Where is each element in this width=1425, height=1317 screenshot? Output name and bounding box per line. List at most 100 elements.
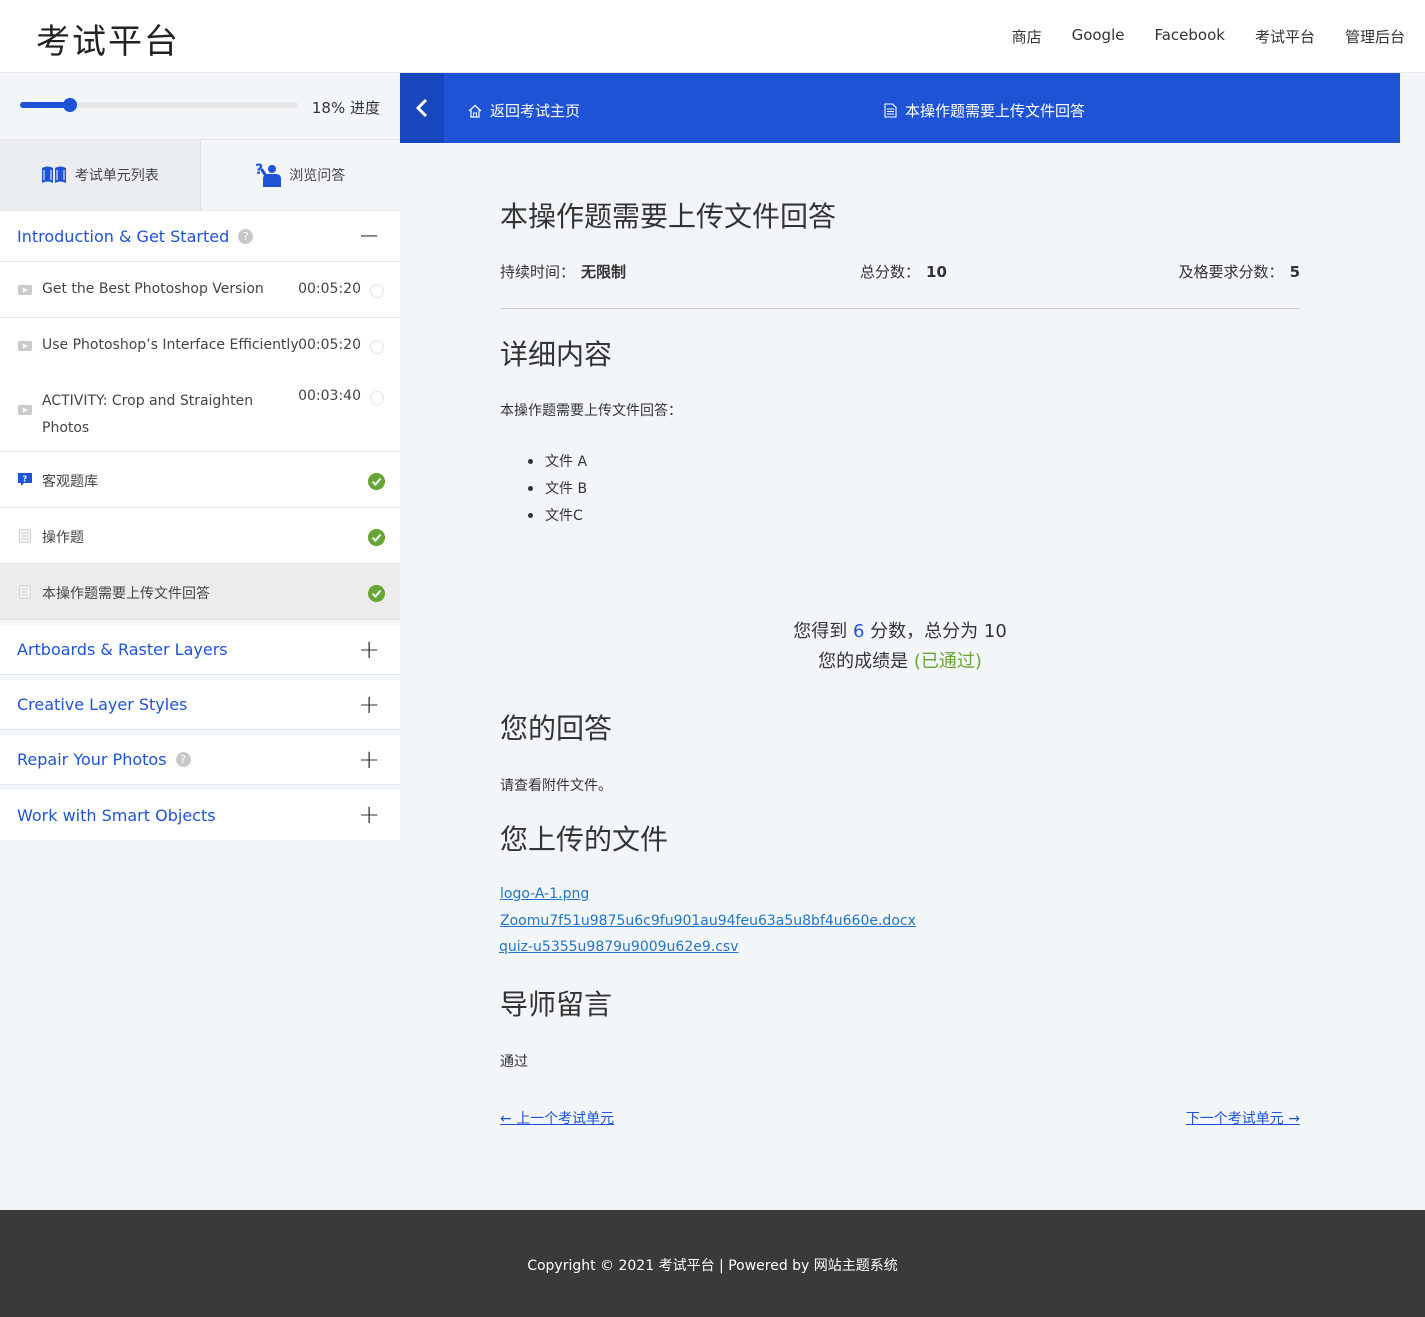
section-header-repair[interactable]: Repair Your Photos ? + <box>0 735 400 785</box>
help-icon[interactable]: ? <box>238 228 254 244</box>
chevron-left-icon <box>415 98 428 118</box>
current-lesson-label: 本操作题需要上传文件回答 <box>905 102 1086 120</box>
divider <box>500 308 1300 309</box>
nav-link-shop[interactable]: 商店 <box>1012 26 1042 47</box>
grade-status: (已通过) <box>913 651 982 672</box>
score-total: 10 <box>983 621 1007 642</box>
expand-icon[interactable]: + <box>358 637 380 663</box>
total-score-label: 总分数： <box>860 263 921 281</box>
document-icon <box>19 529 31 543</box>
collapse-icon[interactable]: − <box>358 223 380 249</box>
previous-lesson-label: 上一个考试单元 <box>516 1111 615 1127</box>
help-icon[interactable]: ? <box>175 752 191 767</box>
total-score-meta: 总分数： 10 <box>860 261 947 282</box>
nav-link-exam-platform[interactable]: 考试平台 <box>1255 26 1315 47</box>
back-to-course-link[interactable]: 返回考试主页 <box>468 100 580 121</box>
sidebar: 18% 进度 考试单元列表 ? 浏览问答 Introduction & Get … <box>0 73 400 840</box>
duration-label: 持续时间： <box>500 263 576 281</box>
svg-text:?: ? <box>23 475 28 484</box>
document-icon <box>19 585 31 599</box>
lesson-item-active[interactable]: 本操作题需要上传文件回答 <box>0 564 400 620</box>
video-icon <box>18 341 32 351</box>
progress-knob <box>63 98 78 112</box>
section-header-artboards[interactable]: Artboards & Raster Layers + <box>0 625 400 675</box>
back-to-course-label: 返回考试主页 <box>490 102 581 120</box>
assignment-meta: 持续时间： 无限制 总分数： 10 及格要求分数： 5 <box>500 261 1300 281</box>
lesson-item[interactable]: ? 客观题库 <box>0 452 400 508</box>
mentor-heading: 导师留言 <box>500 988 613 1021</box>
nav-link-admin[interactable]: 管理后台 <box>1345 26 1405 47</box>
arrow-left-icon: ← <box>500 1111 517 1127</box>
section-header-introduction[interactable]: Introduction & Get Started ? − <box>0 211 400 262</box>
sidebar-tabs: 考试单元列表 ? 浏览问答 <box>0 140 400 211</box>
incomplete-circle-icon <box>370 340 384 354</box>
document-icon <box>884 103 897 118</box>
score-line: 您得到 6 分数，总分为 10 <box>500 617 1300 647</box>
footer-copyright: Copyright © 2021 考试平台 | Powered by 网站主题系… <box>527 1258 898 1274</box>
previous-lesson-link[interactable]: ← 上一个考试单元 <box>500 1108 614 1128</box>
checkmark-icon <box>368 585 385 602</box>
score-middle: 分数，总分为 <box>870 621 979 642</box>
video-icon <box>18 405 32 415</box>
lesson-duration: 00:03:40 <box>298 388 361 404</box>
grade-line: 您的成绩是 (已通过) <box>500 647 1300 677</box>
lesson-heading: 本操作题需要上传文件回答 <box>500 200 837 233</box>
expand-icon[interactable]: + <box>358 692 380 718</box>
site-footer: Copyright © 2021 考试平台 | Powered by 网站主题系… <box>0 1210 1425 1317</box>
section-header-smart-objects[interactable]: Work with Smart Objects + <box>0 790 400 840</box>
checkmark-icon <box>368 473 385 490</box>
pass-score-meta: 及格要求分数： 5 <box>1179 261 1300 282</box>
lesson-item[interactable]: ACTIVITY: Crop and Straighten Photos 00:… <box>0 369 400 452</box>
checkmark-icon <box>368 529 385 546</box>
section-title: Artboards & Raster Layers <box>17 640 228 659</box>
expand-icon[interactable]: + <box>358 747 380 773</box>
lesson-item[interactable]: Use Photoshop’s Interface Efficiently 00… <box>0 318 400 374</box>
grade-prefix: 您的成绩是 <box>818 651 909 672</box>
lesson-topbar: 返回考试主页 本操作题需要上传文件回答 <box>400 73 1400 143</box>
uploaded-file-link[interactable]: Zoomu7f51u9875u6c9fu901au94feu63a5u8bf4u… <box>500 913 916 929</box>
home-icon <box>468 104 482 118</box>
list-item: 文件 A <box>527 451 587 478</box>
section-title: Introduction & Get Started <box>17 226 230 246</box>
score-value: 6 <box>852 621 865 642</box>
section-header-creative-layer[interactable]: Creative Layer Styles + <box>0 680 400 730</box>
answer-heading: 您的回答 <box>500 712 613 745</box>
list-item: 文件C <box>527 505 587 532</box>
lesson-title: 客观题库 <box>42 474 98 490</box>
uploaded-file-link[interactable]: logo-A-1.png <box>500 886 589 902</box>
lesson-item[interactable]: 操作题 <box>0 508 400 564</box>
pass-score-value: 5 <box>1289 263 1300 281</box>
pass-score-label: 及格要求分数： <box>1178 263 1284 281</box>
details-intro: 本操作题需要上传文件回答： <box>500 403 682 419</box>
total-score-value: 10 <box>926 263 947 281</box>
site-title[interactable]: 考试平台 <box>36 14 180 63</box>
quiz-icon: ? <box>18 473 32 486</box>
progress-area: 18% 进度 <box>0 73 400 140</box>
tab-lesson-list-label: 考试单元列表 <box>74 168 159 184</box>
tab-lesson-list[interactable]: 考试单元列表 <box>0 140 200 210</box>
required-files-list: 文件 A 文件 B 文件C <box>527 451 587 532</box>
duration-meta: 持续时间： 无限制 <box>500 261 626 282</box>
book-icon <box>41 166 66 183</box>
mentor-comment: 通过 <box>500 1054 528 1070</box>
expand-icon[interactable]: + <box>358 802 380 828</box>
result-summary: 您得到 6 分数，总分为 10 您的成绩是 (已通过) <box>500 617 1300 677</box>
section-title: Work with Smart Objects <box>17 805 216 825</box>
sidebar-toggle-button[interactable] <box>400 73 444 143</box>
arrow-right-icon: → <box>1283 1111 1300 1127</box>
lesson-item[interactable]: Get the Best Photoshop Version 00:05:20 <box>0 262 400 318</box>
duration-value: 无限制 <box>581 263 627 281</box>
nav-link-google[interactable]: Google <box>1072 26 1125 47</box>
lesson-title: 本操作题需要上传文件回答 <box>42 586 210 602</box>
details-heading: 详细内容 <box>500 338 613 371</box>
nav-link-facebook[interactable]: Facebook <box>1154 26 1224 47</box>
lesson-title: ACTIVITY: Crop and Straighten Photos <box>42 393 254 436</box>
lesson-title: 操作题 <box>42 530 84 546</box>
next-lesson-link[interactable]: 下一个考试单元 → <box>1186 1108 1300 1128</box>
section-title: Creative Layer Styles <box>17 695 188 714</box>
score-prefix: 您得到 <box>793 621 848 642</box>
progress-label: 18% 进度 <box>311 99 380 117</box>
tab-browse-qa[interactable]: ? 浏览问答 <box>199 140 400 210</box>
section-title: Repair Your Photos <box>17 750 167 769</box>
uploaded-file-link[interactable]: quiz-u5355u9879u9009u62e9.csv <box>499 939 739 955</box>
